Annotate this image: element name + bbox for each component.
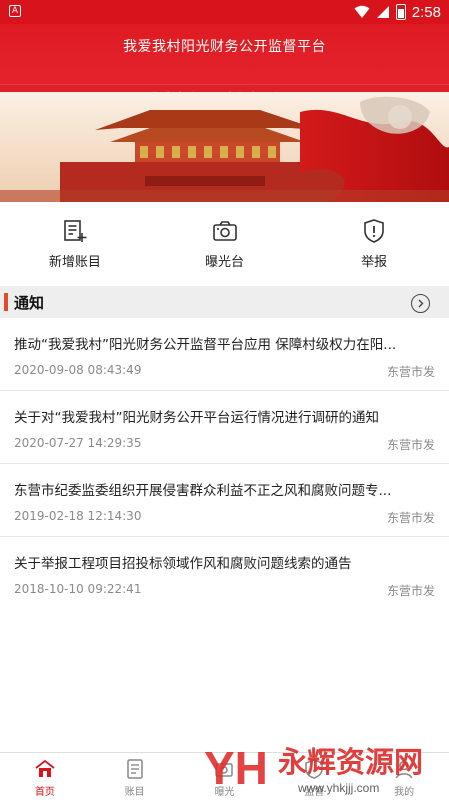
- report-label: 举报: [361, 255, 388, 270]
- notice-item[interactable]: 关于举报工程项目招投标领域作风和腐败问题线索的通告 2018-10-10 09:…: [0, 537, 449, 610]
- add-ledger-button[interactable]: 新增账目: [0, 202, 150, 284]
- camera-icon: [212, 221, 237, 241]
- tab-profile[interactable]: 我的: [359, 753, 449, 800]
- quick-actions: 新增账目 曝光台 举报: [0, 202, 449, 284]
- notice-section-header: 通知: [0, 286, 449, 318]
- notice-title: 东营市纪委监委组织开展侵害群众利益不正之风和腐败问题专...: [14, 483, 392, 499]
- home-icon: [35, 759, 55, 777]
- report-button[interactable]: 举报: [299, 202, 449, 284]
- exposure-button[interactable]: 曝光台: [150, 202, 300, 284]
- notice-source: 东营市发: [386, 584, 435, 598]
- tab-home-label: 首页: [34, 787, 55, 798]
- supervise-icon: [305, 759, 324, 779]
- tab-supervise[interactable]: 监督: [269, 753, 359, 800]
- notice-item[interactable]: 东营市纪委监委组织开展侵害群众利益不正之风和腐败问题专... 2019-02-1…: [0, 464, 449, 537]
- tiananmen-banner-image: [0, 92, 449, 202]
- status-time: 2:58: [411, 3, 441, 21]
- notice-section-title: 通知: [14, 294, 45, 312]
- tab-exposure[interactable]: 曝光: [180, 753, 270, 800]
- notice-date: 2020-07-27 14:29:35: [14, 436, 142, 450]
- notice-source: 东营市发: [386, 365, 435, 379]
- add-ledger-icon: [64, 220, 87, 242]
- notice-item[interactable]: 推动“我爱我村”阳光财务公开监督平台应用 保障村级权力在阳... 2020-09…: [0, 318, 449, 391]
- notice-date: 2019-02-18 12:14:30: [14, 509, 142, 523]
- signal-icon: [376, 6, 389, 18]
- app-header: 我爱我村阳光财务公开监督平台 您尚未登录，请点这里登录!: [0, 24, 449, 116]
- tab-ledger[interactable]: 账目: [90, 753, 180, 800]
- notice-item[interactable]: 关于对“我爱我村”阳光财务公开平台运行情况进行调研的通知 2020-07-27 …: [0, 391, 449, 464]
- exposure-label: 曝光台: [205, 255, 245, 270]
- status-bar: A 2:58: [0, 0, 449, 24]
- notice-list: 推动“我爱我村”阳光财务公开监督平台应用 保障村级权力在阳... 2020-09…: [0, 318, 449, 610]
- notice-source: 东营市发: [386, 438, 435, 452]
- tab-ledger-label: 账目: [124, 787, 145, 798]
- bottom-tab-bar: 首页 账目 曝光 监督 我的: [0, 752, 449, 800]
- exposure-icon: [215, 763, 234, 777]
- notice-title: 关于对“我爱我村”阳光财务公开平台运行情况进行调研的通知: [14, 410, 379, 426]
- battery-icon: [395, 4, 406, 20]
- shield-alert-icon: [364, 219, 384, 243]
- notification-indicator-icon: A: [9, 5, 21, 17]
- notice-source: 东营市发: [386, 511, 435, 525]
- notice-more-button[interactable]: [411, 294, 430, 313]
- tab-home[interactable]: 首页: [0, 753, 90, 800]
- notice-title: 关于举报工程项目招投标领域作风和腐败问题线索的通告: [14, 556, 352, 572]
- home-banner[interactable]: [0, 92, 449, 202]
- section-accent-bar: [4, 293, 8, 311]
- status-icons: 2:58: [354, 3, 441, 21]
- wifi-icon: [354, 5, 370, 18]
- notice-date: 2020-09-08 08:43:49: [14, 363, 142, 377]
- profile-icon: [395, 760, 413, 779]
- page-title: 我爱我村阳光财务公开监督平台: [123, 39, 326, 55]
- tab-profile-label: 我的: [394, 787, 415, 798]
- notice-date: 2018-10-10 09:22:41: [14, 582, 142, 596]
- notice-title: 推动“我爱我村”阳光财务公开监督平台应用 保障村级权力在阳...: [14, 337, 397, 353]
- tab-exposure-label: 曝光: [214, 787, 235, 798]
- tab-supervise-label: 监督: [304, 787, 325, 798]
- ledger-icon: [126, 759, 143, 779]
- chevron-right-icon: [418, 299, 424, 308]
- add-ledger-label: 新增账目: [48, 255, 101, 270]
